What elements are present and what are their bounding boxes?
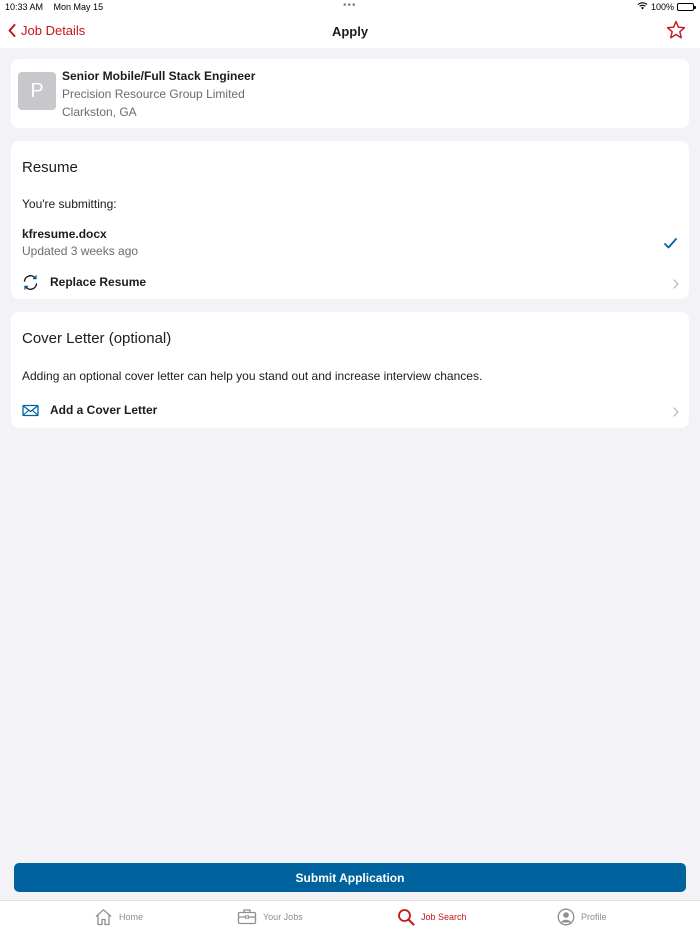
save-job-button[interactable] [666, 20, 686, 45]
add-cover-letter-label: Add a Cover Letter [50, 403, 158, 417]
replace-resume-label: Replace Resume [50, 275, 147, 289]
cover-letter-section-title: Cover Letter (optional) [22, 330, 172, 347]
replace-resume-button[interactable]: Replace Resume [11, 268, 689, 296]
checkmark-icon [664, 236, 677, 254]
submit-application-button[interactable]: Submit Application [14, 863, 686, 892]
resume-updated-text: Updated 3 weeks ago [22, 244, 139, 258]
job-title: Senior Mobile/Full Stack Engineer [62, 69, 256, 83]
tab-profile[interactable]: Profile [557, 908, 607, 926]
multitasking-dots[interactable]: ••• [343, 0, 357, 11]
wifi-icon [637, 2, 648, 12]
tab-profile-label: Profile [581, 912, 607, 922]
cover-letter-card: Cover Letter (optional) Adding an option… [11, 312, 689, 428]
resume-file-name: kfresume.docx [22, 227, 107, 241]
job-summary-card: P Senior Mobile/Full Stack Engineer Prec… [11, 59, 689, 128]
job-location: Clarkston, GA [62, 105, 137, 119]
resume-section-title: Resume [22, 159, 78, 176]
resume-card: Resume You're submitting: kfresume.docx … [11, 141, 689, 299]
chevron-right-icon [673, 404, 679, 422]
house-icon [95, 909, 112, 926]
status-bar: 10:33 AM Mon May 15 ••• 100% [0, 0, 700, 14]
battery-icon [677, 3, 696, 11]
tab-job-search-label: Job Search [421, 912, 467, 922]
magnifier-icon [398, 909, 415, 926]
page-title: Apply [331, 24, 369, 39]
refresh-arrows-icon [21, 273, 40, 297]
chevron-right-icon [673, 276, 679, 294]
status-time-date: 10:33 AM Mon May 15 [5, 2, 111, 12]
status-indicators: 100% [637, 2, 696, 12]
tab-home[interactable]: Home [94, 908, 143, 926]
navigation-bar: Job Details Apply [0, 14, 700, 48]
cover-letter-description: Adding an optional cover letter can help… [22, 369, 483, 383]
tab-home-label: Home [119, 912, 144, 922]
tab-your-jobs-label: Your Jobs [263, 911, 303, 922]
status-date: Mon May 15 [53, 2, 104, 12]
tab-bar: Home Your Jobs Job Search Profile [0, 900, 700, 934]
tab-job-search[interactable]: Job Search [397, 908, 467, 926]
add-cover-letter-button[interactable]: Add a Cover Letter [11, 396, 689, 424]
person-circle-icon [557, 908, 575, 926]
star-outline-icon [666, 20, 686, 39]
submitting-label: You're submitting: [22, 197, 117, 211]
company-name: Precision Resource Group Limited [62, 87, 245, 101]
envelope-icon [21, 401, 40, 425]
company-logo: P [18, 72, 56, 110]
briefcase-icon [237, 909, 257, 925]
battery-percent: 100% [650, 2, 674, 12]
tab-your-jobs[interactable]: Your Jobs [237, 908, 303, 925]
status-time: 10:33 AM [5, 2, 44, 12]
